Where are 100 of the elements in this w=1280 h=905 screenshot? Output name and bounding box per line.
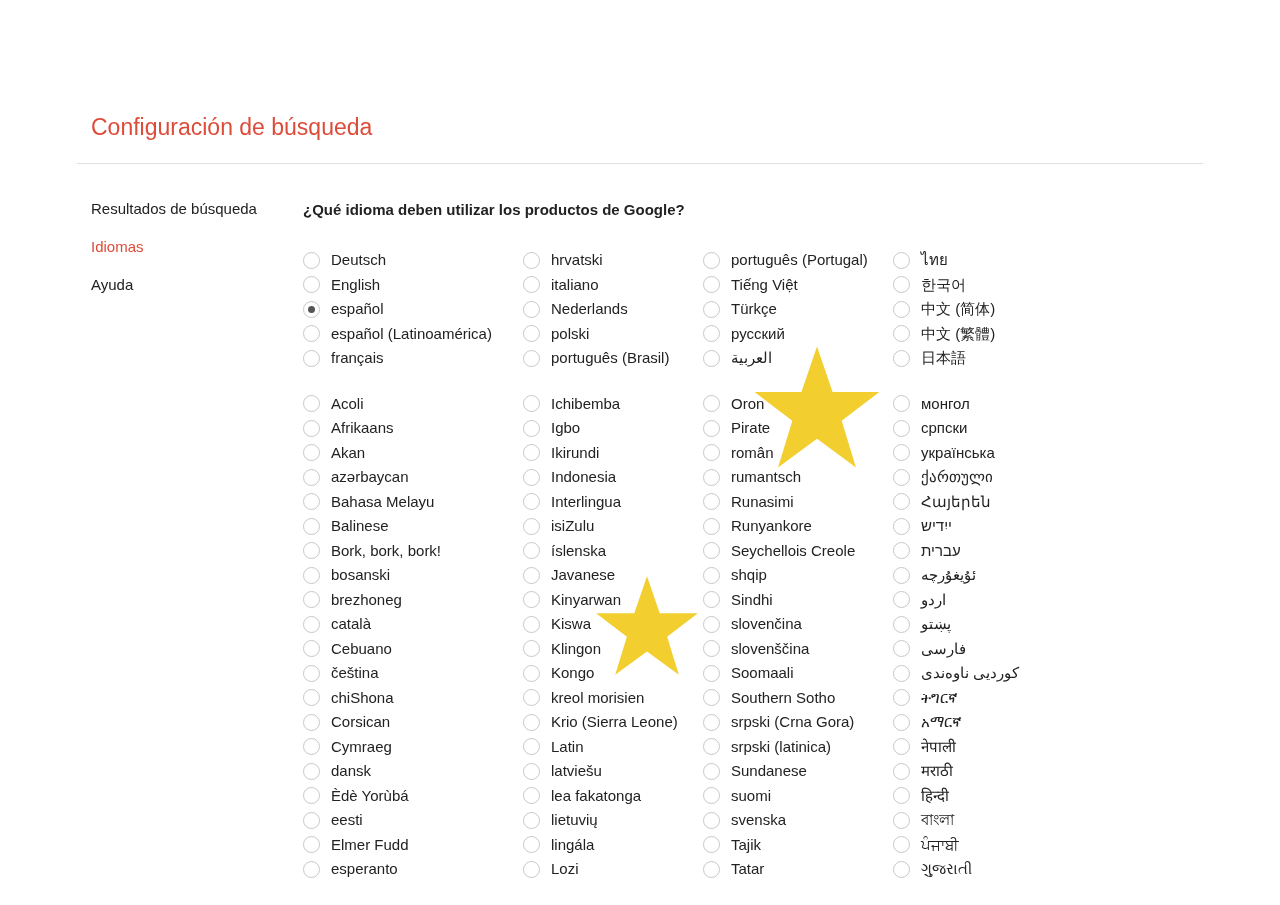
radio-button[interactable] [703,542,720,560]
radio-button[interactable] [303,325,320,343]
radio-button[interactable] [703,762,720,780]
language-label[interactable]: српски [921,419,968,438]
language-label[interactable]: Corsican [331,713,391,732]
radio-button[interactable] [703,738,720,756]
radio-button[interactable] [703,493,720,511]
radio-button[interactable] [523,493,540,511]
radio-button[interactable] [893,836,910,854]
radio-button[interactable] [303,566,320,584]
radio-button[interactable] [523,517,540,535]
radio-button[interactable] [303,542,320,560]
radio-button[interactable] [703,836,720,854]
language-label[interactable]: हिन्दी [921,786,949,805]
language-label[interactable]: ਪੰਜਾਬੀ [921,835,959,854]
language-label[interactable]: Acoli [331,394,364,413]
radio-button[interactable] [303,860,320,878]
language-label[interactable]: dansk [331,762,372,781]
language-label[interactable]: Soomaali [731,664,794,683]
radio-button[interactable] [523,468,540,486]
radio-button[interactable] [523,444,540,462]
radio-button[interactable] [703,615,720,633]
radio-button[interactable] [303,811,320,829]
radio-button[interactable] [303,762,320,780]
language-label[interactable]: Indonesia [551,468,617,487]
radio-button[interactable] [893,566,910,584]
radio-button[interactable] [893,300,910,318]
language-label[interactable]: français [331,349,384,368]
language-label[interactable]: Seychellois Creole [731,541,856,560]
language-label[interactable]: Igbo [551,419,581,438]
radio-button[interactable] [893,395,910,413]
radio-button[interactable] [703,251,720,269]
radio-button[interactable] [523,395,540,413]
radio-button[interactable] [703,300,720,318]
language-label[interactable]: Bahasa Melayu [331,492,435,511]
radio-button[interactable] [303,251,320,269]
language-label[interactable]: shqip [731,566,767,585]
language-label[interactable]: العربية [731,349,772,368]
language-label[interactable]: srpski (latinica) [731,737,832,756]
radio-button[interactable] [523,615,540,633]
radio-button[interactable] [303,787,320,805]
language-label[interactable]: Oron [731,394,765,413]
language-label[interactable]: Sundanese [731,762,807,781]
language-label[interactable]: svenska [731,811,787,830]
language-label[interactable]: kreol morisien [551,688,645,707]
radio-button[interactable] [893,664,910,682]
language-label[interactable]: Latin [551,737,584,756]
language-label[interactable]: فارسی [921,639,966,658]
radio-button[interactable] [303,349,320,367]
radio-button[interactable] [703,566,720,584]
radio-button[interactable] [303,300,320,318]
radio-button[interactable] [893,762,910,780]
radio-button[interactable] [523,591,540,609]
language-label[interactable]: Tajik [731,835,761,854]
radio-button[interactable] [703,713,720,731]
radio-button[interactable] [703,860,720,878]
radio-button[interactable] [893,419,910,437]
radio-button[interactable] [703,349,720,367]
language-label[interactable]: English [331,275,381,294]
radio-button[interactable] [703,419,720,437]
radio-button[interactable] [703,325,720,343]
language-label[interactable]: Èdè Yorùbá [331,786,409,805]
language-label[interactable]: Runasimi [731,492,794,511]
language-label[interactable]: Kongo [551,664,595,683]
sidebar-link[interactable]: Ayuda [91,276,134,294]
language-label[interactable]: català [331,615,372,634]
language-label[interactable]: বাংলা [921,811,954,830]
language-label[interactable]: Lozi [551,860,579,879]
radio-button[interactable] [523,542,540,560]
radio-button[interactable] [893,615,910,633]
radio-button[interactable] [523,300,540,318]
radio-button[interactable] [703,811,720,829]
language-label[interactable]: Balinese [331,517,389,536]
language-label[interactable]: монгол [921,394,970,413]
language-label[interactable]: português (Portugal) [731,251,868,270]
radio-button[interactable] [523,640,540,658]
radio-button[interactable] [523,419,540,437]
radio-button[interactable] [893,468,910,486]
language-label[interactable]: brezhoneg [331,590,402,609]
language-label[interactable]: azərbaycan [331,468,409,487]
radio-button[interactable] [893,251,910,269]
radio-button[interactable] [303,493,320,511]
radio-button[interactable] [303,689,320,707]
language-label[interactable]: esperanto [331,860,398,879]
radio-button[interactable] [703,689,720,707]
radio-button[interactable] [523,566,540,584]
language-label[interactable]: português (Brasil) [551,349,670,368]
language-label[interactable]: українська [921,443,995,462]
radio-button[interactable] [523,713,540,731]
radio-button[interactable] [893,493,910,511]
language-label[interactable]: lietuvių [551,811,598,830]
language-label[interactable]: lea fakatonga [551,786,642,805]
language-label[interactable]: Akan [331,443,366,462]
language-label[interactable]: Runyankore [731,517,812,536]
sidebar-link[interactable]: Resultados de búsqueda [91,200,257,218]
radio-button[interactable] [303,713,320,731]
language-label[interactable]: Nederlands [551,300,628,319]
language-label[interactable]: Cymraeg [331,737,392,756]
language-label[interactable]: suomi [731,786,771,805]
language-label[interactable]: slovenčina [731,615,802,634]
